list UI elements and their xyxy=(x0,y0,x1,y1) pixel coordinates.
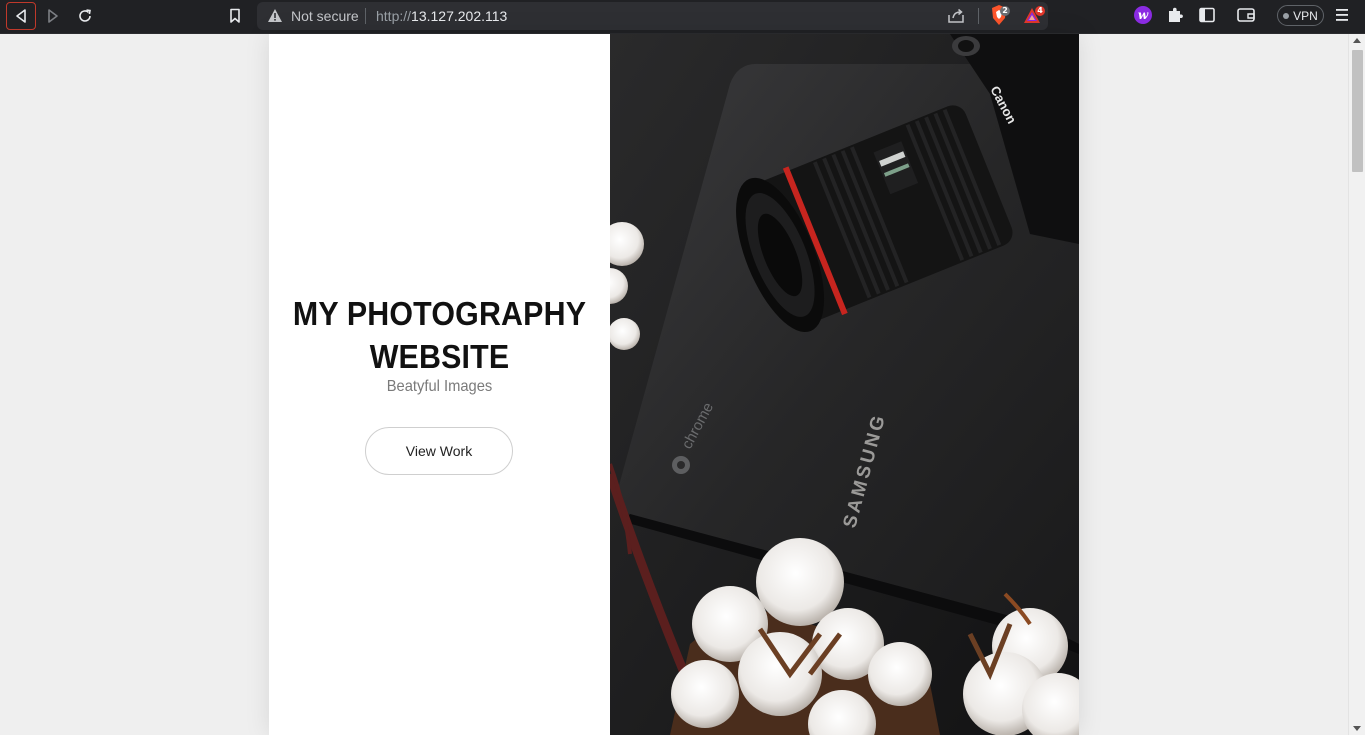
camera-laptop-photo: chrome SAMSUNG Canon xyxy=(610,34,1079,735)
vpn-button[interactable]: VPN xyxy=(1277,5,1324,26)
bookmark-icon xyxy=(230,8,240,23)
vpn-status-dot xyxy=(1283,12,1290,19)
hero-subtitle: Beatyful Images xyxy=(386,378,493,395)
bookmark-button[interactable] xyxy=(220,2,250,30)
page-viewport: MY PHOTOGRAPHY WEBSITE Beatyful Images V… xyxy=(0,34,1348,735)
rewards-count-badge: 4 xyxy=(1035,6,1045,16)
back-arrow-icon xyxy=(16,9,26,23)
warning-icon xyxy=(268,9,282,22)
url-divider xyxy=(365,8,366,24)
view-work-button[interactable]: View Work xyxy=(365,427,513,475)
reload-button[interactable] xyxy=(70,2,100,30)
vertical-scrollbar[interactable] xyxy=(1348,34,1365,735)
url-text[interactable]: http://13.127.202.113 xyxy=(376,7,507,25)
hero-title-line2: WEBSITE xyxy=(369,338,510,375)
scroll-up-arrow-icon[interactable] xyxy=(1353,38,1361,43)
hero-photo: chrome SAMSUNG Canon xyxy=(610,34,1079,735)
address-bar[interactable]: Not secure http://13.127.202.113 xyxy=(257,2,1048,30)
shield-count-badge: 2 xyxy=(1000,6,1010,16)
hero-text-panel: MY PHOTOGRAPHY WEBSITE Beatyful Images V… xyxy=(269,34,610,735)
scroll-down-arrow-icon[interactable] xyxy=(1353,726,1361,731)
vpn-label: VPN xyxy=(1293,8,1318,23)
scrollbar-thumb[interactable] xyxy=(1352,50,1363,172)
url-scheme: http:// xyxy=(376,8,412,24)
wallet-icon[interactable] xyxy=(1237,7,1255,23)
menu-hamburger-icon[interactable] xyxy=(1334,6,1350,24)
back-button[interactable] xyxy=(6,2,36,30)
share-icon[interactable] xyxy=(947,7,965,25)
hero-title: MY PHOTOGRAPHY WEBSITE xyxy=(283,292,597,378)
hero-section: MY PHOTOGRAPHY WEBSITE Beatyful Images V… xyxy=(269,34,1079,735)
security-status[interactable]: Not secure xyxy=(291,7,359,25)
url-divider-2 xyxy=(978,8,979,24)
url-host: 13.127.202.113 xyxy=(411,8,508,24)
browser-toolbar: Not secure http://13.127.202.113 2 4 w V… xyxy=(0,0,1365,34)
sidebar-toggle-icon[interactable] xyxy=(1199,7,1215,23)
reload-icon xyxy=(79,9,91,22)
forward-button[interactable] xyxy=(38,2,68,30)
forward-arrow-icon xyxy=(48,9,58,23)
wallet-extension-icon[interactable]: w xyxy=(1134,6,1152,24)
extensions-puzzle-icon[interactable] xyxy=(1166,6,1184,24)
hero-title-line1: MY PHOTOGRAPHY xyxy=(292,295,587,332)
